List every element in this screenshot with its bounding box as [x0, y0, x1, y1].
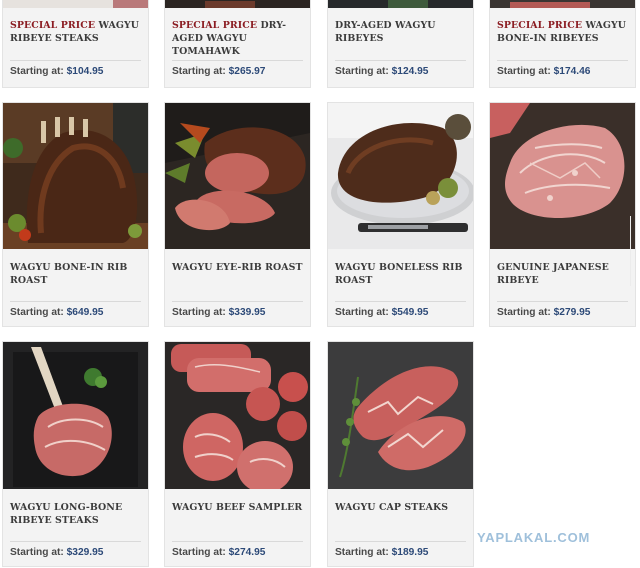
divider [172, 301, 303, 302]
product-name[interactable]: SPECIAL PRICE WAGYU RIBEYE STEAKS [10, 19, 142, 45]
rib-roast-photo [3, 103, 148, 249]
divider [497, 301, 628, 302]
price-value: $265.97 [228, 66, 266, 77]
product-card-wagyu-eye-rib-roast[interactable]: WAGYU EYE-RIB ROAST Starting at: $339.95 [164, 102, 311, 327]
special-price-label: SPECIAL PRICE [172, 20, 258, 31]
price-line: Starting at: $339.95 [172, 307, 266, 318]
product-name[interactable]: SPECIAL PRICE WAGYU BONE-IN RIBEYES [497, 19, 629, 45]
price-line: Starting at: $649.95 [10, 307, 104, 318]
price-value: $104.95 [66, 66, 104, 77]
price-line: Starting at: $279.95 [497, 307, 591, 318]
product-name[interactable]: WAGYU EYE-RIB ROAST [172, 261, 304, 274]
divider [172, 541, 303, 542]
product-name[interactable]: GENUINE JAPANESE RIBEYE [497, 261, 629, 287]
product-name[interactable]: WAGYU CAP STEAKS [335, 501, 467, 514]
divider [10, 60, 141, 61]
product-card-wagyu-bone-in-ribeyes[interactable]: SPECIAL PRICE WAGYU BONE-IN RIBEYES Star… [489, 0, 636, 88]
product-image[interactable] [3, 103, 148, 249]
product-name[interactable]: DRY-AGED WAGYU RIBEYES [335, 19, 467, 45]
price-value: $279.95 [553, 307, 591, 318]
special-price-label: SPECIAL PRICE [10, 20, 96, 31]
special-price-label: SPECIAL PRICE [497, 20, 583, 31]
divider [10, 541, 141, 542]
product-image[interactable] [328, 103, 473, 249]
product-card-dry-aged-wagyu-tomahawk[interactable]: SPECIAL PRICE DRY-AGED WAGYU TOMAHAWK St… [164, 0, 311, 88]
price-line: Starting at: $124.95 [335, 66, 429, 77]
price-value: $339.95 [228, 307, 266, 318]
product-image[interactable] [328, 342, 473, 489]
product-card-wagyu-bone-in-rib-roast[interactable]: WAGYU BONE-IN RIB ROAST Starting at: $64… [2, 102, 149, 327]
boneless-rib-roast-photo [328, 103, 473, 249]
divider [497, 60, 628, 61]
eye-rib-roast-photo [165, 103, 310, 249]
divider [335, 60, 466, 61]
divider [172, 60, 303, 61]
product-image[interactable] [3, 0, 148, 8]
japanese-ribeye-photo [490, 103, 635, 249]
long-bone-ribeye-photo [3, 342, 148, 489]
price-line: Starting at: $189.95 [335, 547, 429, 558]
product-image[interactable] [165, 0, 310, 8]
product-name[interactable]: SPECIAL PRICE DRY-AGED WAGYU TOMAHAWK [172, 19, 304, 58]
price-line: Starting at: $549.95 [335, 307, 429, 318]
product-image[interactable] [490, 103, 635, 249]
page-edge [630, 216, 639, 286]
product-card-wagyu-long-bone-ribeye-steaks[interactable]: WAGYU LONG-BONE RIBEYE STEAKS Starting a… [2, 341, 149, 567]
product-card-wagyu-ribeye-steaks[interactable]: SPECIAL PRICE WAGYU RIBEYE STEAKS Starti… [2, 0, 149, 88]
price-value: $189.95 [391, 547, 429, 558]
product-name[interactable]: WAGYU BONE-IN RIB ROAST [10, 261, 142, 287]
watermark: YAPLAKAL.COM [477, 530, 591, 545]
price-value: $274.95 [228, 547, 266, 558]
product-image[interactable] [3, 342, 148, 489]
product-image[interactable] [490, 0, 635, 8]
product-name[interactable]: WAGYU BEEF SAMPLER [172, 501, 304, 514]
product-name[interactable]: WAGYU BONELESS RIB ROAST [335, 261, 467, 287]
product-image[interactable] [165, 342, 310, 489]
product-card-genuine-japanese-ribeye[interactable]: GENUINE JAPANESE RIBEYE Starting at: $27… [489, 102, 636, 327]
divider [335, 301, 466, 302]
product-card-wagyu-cap-steaks[interactable]: WAGYU CAP STEAKS Starting at: $189.95 [327, 341, 474, 567]
divider [335, 541, 466, 542]
product-card-wagyu-beef-sampler[interactable]: WAGYU BEEF SAMPLER Starting at: $274.95 [164, 341, 311, 567]
price-value: $174.46 [553, 66, 591, 77]
price-value: $549.95 [391, 307, 429, 318]
product-card-wagyu-boneless-rib-roast[interactable]: WAGYU BONELESS RIB ROAST Starting at: $5… [327, 102, 474, 327]
price-line: Starting at: $174.46 [497, 66, 591, 77]
divider [10, 301, 141, 302]
price-value: $649.95 [66, 307, 104, 318]
product-card-dry-aged-wagyu-ribeyes[interactable]: DRY-AGED WAGYU RIBEYES Starting at: $124… [327, 0, 474, 88]
price-value: $329.95 [66, 547, 104, 558]
product-image[interactable] [165, 103, 310, 249]
product-name[interactable]: WAGYU LONG-BONE RIBEYE STEAKS [10, 501, 142, 527]
price-line: Starting at: $329.95 [10, 547, 104, 558]
beef-sampler-photo [165, 342, 310, 489]
cap-steaks-photo [328, 342, 473, 489]
price-line: Starting at: $274.95 [172, 547, 266, 558]
price-value: $124.95 [391, 66, 429, 77]
price-line: Starting at: $265.97 [172, 66, 266, 77]
price-line: Starting at: $104.95 [10, 66, 104, 77]
product-image[interactable] [328, 0, 473, 8]
